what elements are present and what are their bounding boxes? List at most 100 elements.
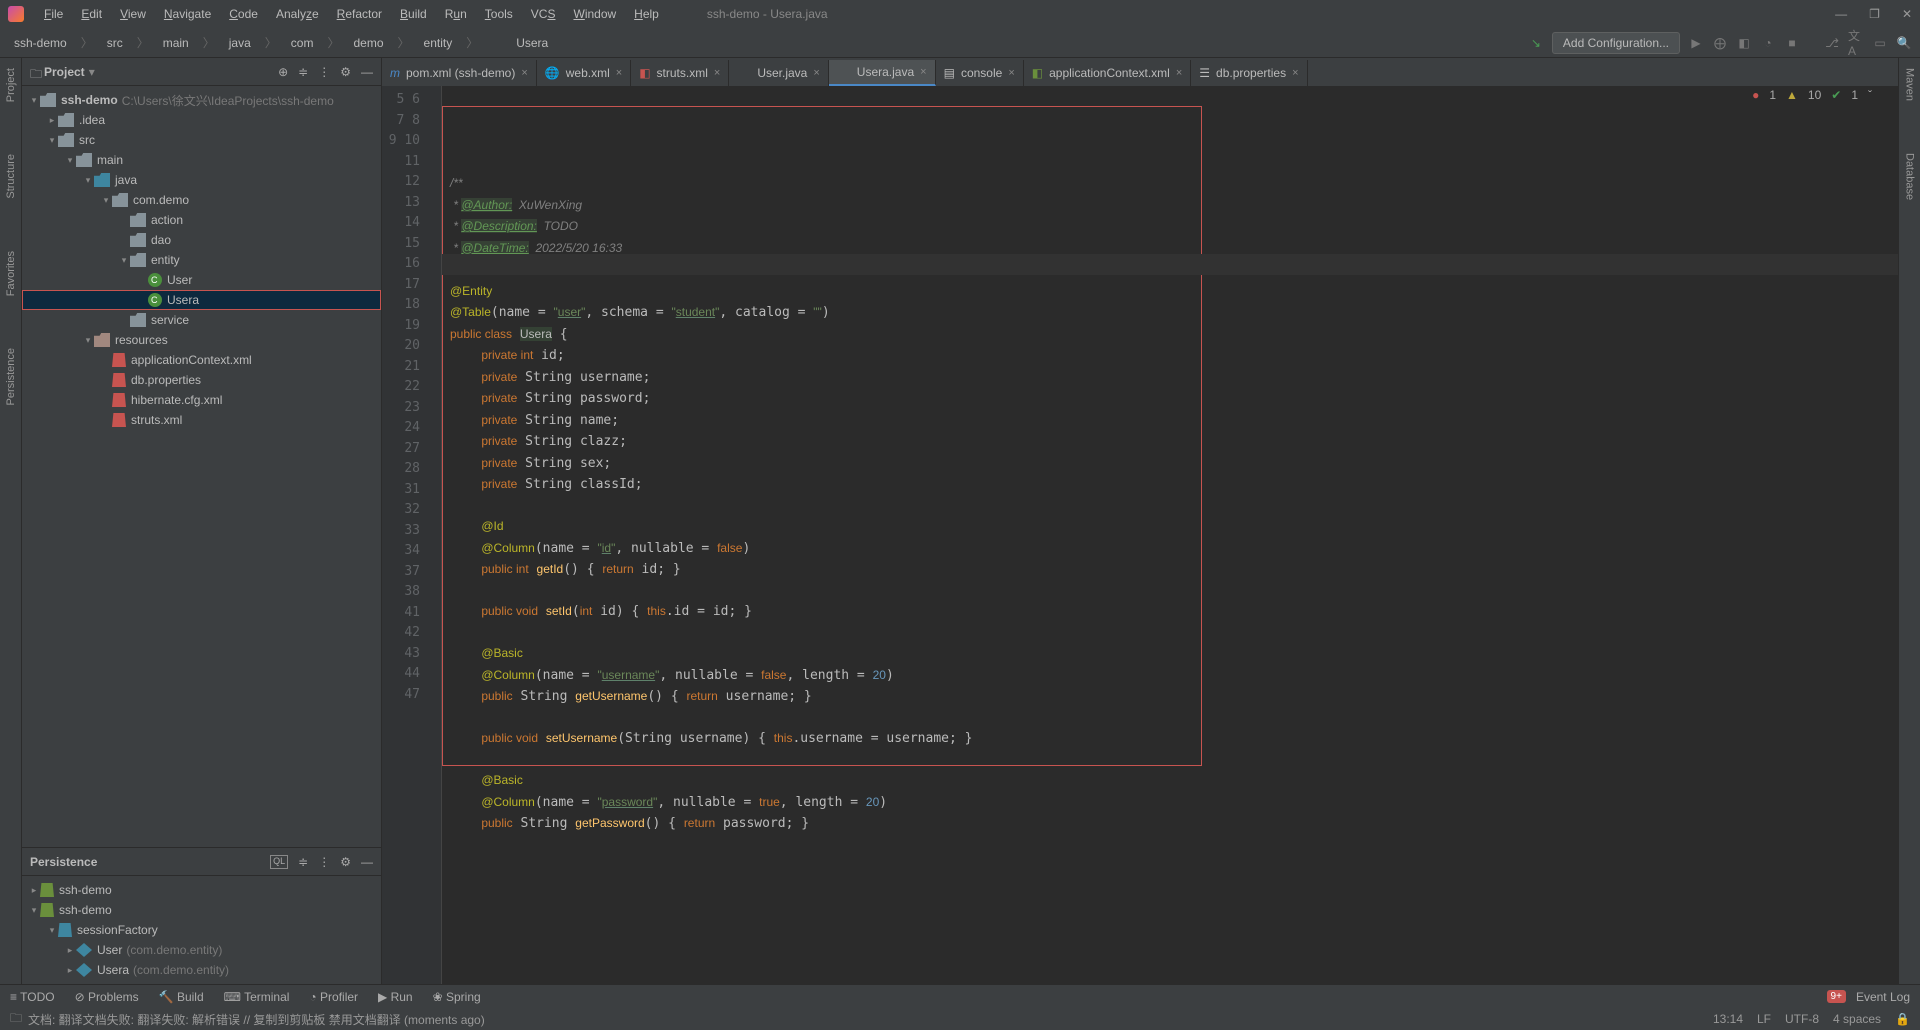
menu-code[interactable]: Code xyxy=(221,3,266,25)
lock-icon[interactable]: 🔒 xyxy=(1895,1012,1910,1026)
tree-resources[interactable]: ▾resources xyxy=(22,330,381,350)
hide-icon[interactable]: — xyxy=(361,65,373,79)
tree-struts[interactable]: struts.xml xyxy=(22,410,381,430)
indent[interactable]: 4 spaces xyxy=(1833,1012,1881,1026)
close-icon[interactable]: ✕ xyxy=(1902,7,1912,21)
tree-entity[interactable]: ▾entity xyxy=(22,250,381,270)
coverage-icon[interactable]: ◧ xyxy=(1736,35,1752,51)
tree-pkg[interactable]: ▾com.demo xyxy=(22,190,381,210)
fold-gutter[interactable] xyxy=(428,86,442,984)
pers-usera[interactable]: ▸Usera(com.demo.entity) xyxy=(22,960,381,980)
tab-usera[interactable]: Usera.java× xyxy=(829,60,936,86)
chevron-up-icon[interactable]: ˇ xyxy=(1868,88,1872,102)
crumb[interactable]: com xyxy=(285,34,320,52)
btool-run[interactable]: ▶ Run xyxy=(378,990,413,1004)
tree-idea[interactable]: ▸.idea xyxy=(22,110,381,130)
tool-favorites[interactable]: Favorites xyxy=(5,245,17,302)
tree-dbprops[interactable]: db.properties xyxy=(22,370,381,390)
menu-file[interactable]: File xyxy=(36,3,71,25)
line-ending[interactable]: LF xyxy=(1757,1012,1771,1026)
translate-icon[interactable]: 文A xyxy=(1848,35,1864,51)
crumb[interactable]: java xyxy=(223,34,257,52)
crumb[interactable]: entity xyxy=(418,34,459,52)
crumb[interactable]: demo xyxy=(347,34,389,52)
menu-edit[interactable]: Edit xyxy=(73,3,110,25)
caret-pos[interactable]: 13:14 xyxy=(1713,1012,1743,1026)
chevron-down-icon[interactable]: ▾ xyxy=(89,65,95,79)
tab-console[interactable]: ▤console× xyxy=(936,60,1024,86)
pers-sf[interactable]: ▾sessionFactory xyxy=(22,920,381,940)
tree-src[interactable]: ▾src xyxy=(22,130,381,150)
locate-icon[interactable]: ⊕ xyxy=(278,65,288,79)
btool-todo[interactable]: ≡ TODO xyxy=(10,990,55,1004)
pers-root1[interactable]: ▸ssh-demo xyxy=(22,880,381,900)
layout-icon[interactable]: ▭ xyxy=(1872,35,1888,51)
expand-icon[interactable]: ≑ xyxy=(298,65,308,79)
crumb[interactable]: src xyxy=(101,34,129,52)
tool-persistence[interactable]: Persistence xyxy=(5,342,17,411)
tree-hibernate[interactable]: hibernate.cfg.xml xyxy=(22,390,381,410)
btool-profiler[interactable]: ◔ Profiler xyxy=(309,990,358,1004)
add-configuration-button[interactable]: Add Configuration... xyxy=(1552,32,1680,54)
search-icon[interactable]: 🔍 xyxy=(1896,35,1912,51)
menu-navigate[interactable]: Navigate xyxy=(156,3,219,25)
tree-service[interactable]: service xyxy=(22,310,381,330)
btool-terminal[interactable]: ⌨ Terminal xyxy=(224,990,290,1004)
tab-dbprops[interactable]: ☰db.properties× xyxy=(1191,60,1307,86)
tree-root[interactable]: ▾ssh-demoC:\Users\徐文兴\IdeaProjects\ssh-d… xyxy=(22,90,381,110)
menu-window[interactable]: Window xyxy=(565,3,624,25)
tool-structure[interactable]: Structure xyxy=(5,148,17,205)
crumb[interactable]: main xyxy=(157,34,195,52)
tree-usera-selected[interactable]: Usera xyxy=(22,290,381,310)
collapse-icon[interactable]: ⋮ xyxy=(318,65,330,79)
build-icon[interactable]: ↘ xyxy=(1528,35,1544,51)
tree-dao[interactable]: dao xyxy=(22,230,381,250)
profile-icon[interactable]: ◔ xyxy=(1760,35,1776,51)
menu-run[interactable]: Run xyxy=(437,3,475,25)
btool-spring[interactable]: ❀ Spring xyxy=(433,990,481,1004)
maximize-icon[interactable]: ❐ xyxy=(1869,7,1880,21)
hide2-icon[interactable]: — xyxy=(361,855,373,869)
tree-appctx[interactable]: applicationContext.xml xyxy=(22,350,381,370)
crumb-class[interactable]: Usera xyxy=(486,32,560,54)
menu-tools[interactable]: Tools xyxy=(477,3,521,25)
gear-icon[interactable]: ⚙ xyxy=(340,65,351,79)
event-log[interactable]: Event Log xyxy=(1856,990,1910,1004)
gear2-icon[interactable]: ⚙ xyxy=(340,855,351,869)
minimize-icon[interactable]: — xyxy=(1835,7,1847,21)
crumb[interactable]: ssh-demo xyxy=(8,34,73,52)
encoding[interactable]: UTF-8 xyxy=(1785,1012,1819,1026)
debug-icon[interactable]: ⨁ xyxy=(1712,35,1728,51)
menu-build[interactable]: Build xyxy=(392,3,435,25)
menu-view[interactable]: View xyxy=(112,3,154,25)
tool-database[interactable]: Database xyxy=(1904,147,1916,206)
close-tab-icon[interactable]: × xyxy=(521,67,527,79)
ql-icon[interactable]: QL xyxy=(270,855,288,869)
git-icon[interactable]: ⎇ xyxy=(1824,35,1840,51)
tool-maven[interactable]: Maven xyxy=(1904,62,1916,107)
tree-java[interactable]: ▾java xyxy=(22,170,381,190)
pers-root2[interactable]: ▾ssh-demo xyxy=(22,900,381,920)
menu-refactor[interactable]: Refactor xyxy=(329,3,390,25)
menu-vcs[interactable]: VCS xyxy=(523,3,564,25)
btool-build[interactable]: 🔨 Build xyxy=(159,990,204,1004)
menu-help[interactable]: Help xyxy=(626,3,667,25)
tab-web[interactable]: 🌐web.xml× xyxy=(537,60,631,86)
tree-action[interactable]: action xyxy=(22,210,381,230)
inspection-bar[interactable]: ●1 ▲10 ✔1 ˇ xyxy=(1752,88,1872,102)
tool-project[interactable]: Project xyxy=(5,62,17,108)
tab-appctx[interactable]: ◧applicationContext.xml× xyxy=(1024,60,1192,86)
tree-user[interactable]: User xyxy=(22,270,381,290)
notif-badge[interactable]: 9+ xyxy=(1827,990,1846,1003)
tab-struts[interactable]: ◧struts.xml× xyxy=(631,60,729,86)
expand2-icon[interactable]: ≑ xyxy=(298,855,308,869)
tab-pom[interactable]: mpom.xml (ssh-demo)× xyxy=(382,60,537,86)
stop-icon[interactable]: ■ xyxy=(1784,35,1800,51)
menu-analyze[interactable]: Analyze xyxy=(268,3,327,25)
pers-user[interactable]: ▸User(com.demo.entity) xyxy=(22,940,381,960)
run-icon[interactable]: ▶ xyxy=(1688,35,1704,51)
tree-main[interactable]: ▾main xyxy=(22,150,381,170)
tab-user[interactable]: User.java× xyxy=(729,60,828,86)
collapse2-icon[interactable]: ⋮ xyxy=(318,855,330,869)
code-editor[interactable]: 5 6 7 8 9 10 11 12 13 14 15 16 17 18 19 … xyxy=(382,86,1898,984)
